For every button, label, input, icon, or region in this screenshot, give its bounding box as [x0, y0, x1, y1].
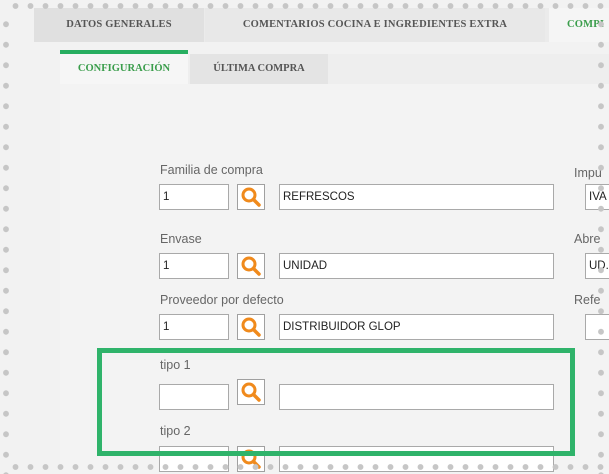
sub-tab-bar: CONFIGURACIÓN ÚLTIMA COMPRA — [60, 54, 609, 84]
dotted-border-left — [1, 14, 11, 474]
proveedor-code-field[interactable]: 1 — [159, 314, 229, 340]
search-icon — [241, 187, 261, 207]
envase-label: Envase — [160, 232, 202, 246]
tab-ultima-compra[interactable]: ÚLTIMA COMPRA — [190, 54, 328, 84]
dotted-border-bottom — [8, 462, 609, 472]
search-icon — [241, 317, 261, 337]
envase-search-button[interactable] — [237, 253, 265, 279]
top-tab-bar: DATOS GENERALES COMENTARIOS COCINA E ING… — [34, 8, 609, 42]
search-icon — [241, 256, 261, 276]
proveedor-name-field[interactable]: DISTRIBUIDOR GLOP — [279, 314, 554, 340]
proveedor-search-button[interactable] — [237, 314, 265, 340]
proveedor-label: Proveedor por defecto — [160, 293, 284, 307]
dotted-border-top — [8, 1, 609, 11]
tab-comentarios-cocina[interactable]: COMENTARIOS COCINA E INGREDIENTES EXTRA — [205, 8, 545, 42]
familia-search-button[interactable] — [237, 184, 265, 210]
familia-code-field[interactable]: 1 — [159, 184, 229, 210]
tab-datos-generales[interactable]: DATOS GENERALES — [34, 8, 204, 42]
familia-label: Familia de compra — [160, 163, 263, 177]
familia-name-field[interactable]: REFRESCOS — [279, 184, 554, 210]
highlight-frame — [97, 348, 575, 456]
envase-code-field[interactable]: 1 — [159, 253, 229, 279]
envase-name-field[interactable]: UNIDAD — [279, 253, 554, 279]
dotted-border-right — [596, 14, 606, 474]
tab-configuracion[interactable]: CONFIGURACIÓN — [60, 54, 188, 84]
